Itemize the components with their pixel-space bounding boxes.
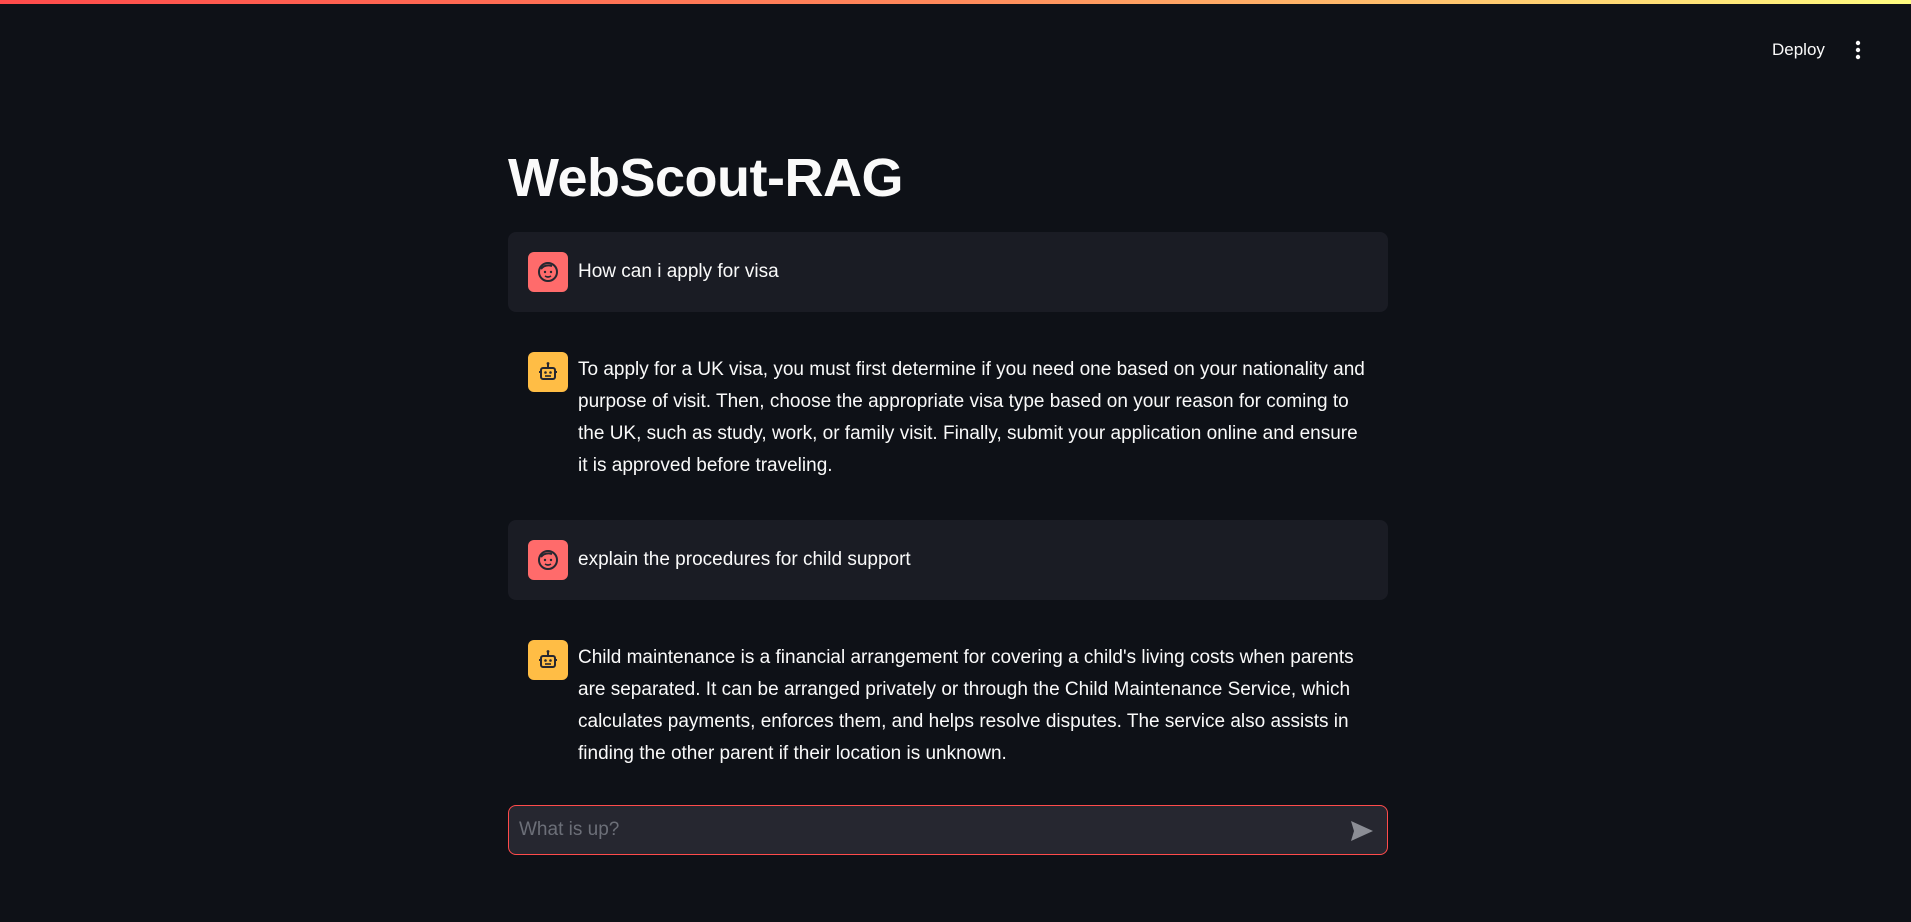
chat-message-assistant: Child maintenance is a financial arrange… xyxy=(508,636,1388,772)
user-avatar xyxy=(528,252,568,292)
send-icon xyxy=(1351,821,1373,841)
chat-message-assistant: To apply for a UK visa, you must first d… xyxy=(508,348,1388,484)
deploy-button[interactable]: Deploy xyxy=(1760,32,1837,68)
assistant-avatar xyxy=(528,640,568,680)
robot-icon xyxy=(539,650,557,668)
chat-message-user: explain the procedures for child support xyxy=(508,520,1388,600)
robot-icon xyxy=(539,362,557,380)
chat-message-user: How can i apply for visa xyxy=(508,232,1388,312)
assistant-avatar xyxy=(528,352,568,392)
main-menu-button[interactable] xyxy=(1844,32,1872,68)
page-title: WebScout-RAG xyxy=(508,148,904,208)
user-face-icon xyxy=(538,262,558,282)
user-avatar xyxy=(528,540,568,580)
message-text: explain the procedures for child support xyxy=(578,549,911,570)
message-text: Child maintenance is a financial arrange… xyxy=(578,647,1354,764)
chat-input[interactable] xyxy=(519,806,1319,854)
chat-input-container xyxy=(508,805,1388,855)
message-text: How can i apply for visa xyxy=(578,261,779,282)
send-button[interactable] xyxy=(1347,816,1377,846)
user-face-icon xyxy=(538,550,558,570)
kebab-menu-icon xyxy=(1855,40,1861,60)
message-text: To apply for a UK visa, you must first d… xyxy=(578,359,1365,476)
app-header: Deploy xyxy=(0,4,1911,88)
